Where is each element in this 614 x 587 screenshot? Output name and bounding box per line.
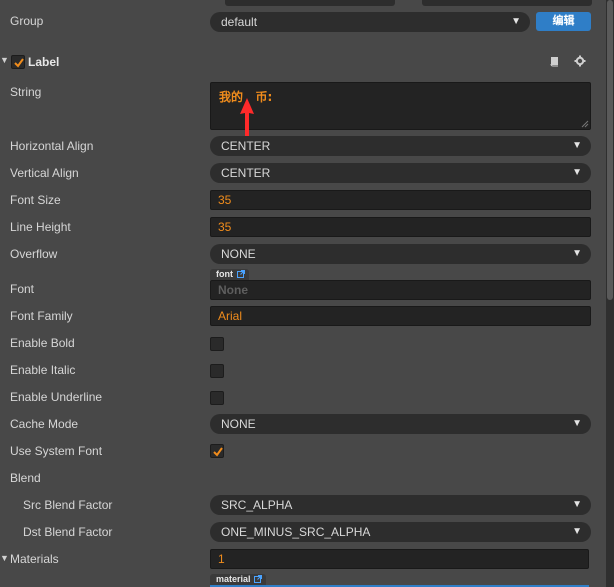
- v-align-label: Vertical Align: [10, 166, 79, 180]
- top-field-right[interactable]: [422, 0, 592, 6]
- dst-blend-select[interactable]: ONE_MINUS_SRC_ALPHA ▼: [210, 522, 591, 542]
- font-asset-field[interactable]: None: [210, 280, 591, 300]
- materials-label: Materials: [10, 552, 59, 566]
- string-textarea[interactable]: 我的 币:: [210, 82, 591, 130]
- edit-group-button[interactable]: 编辑: [536, 12, 591, 31]
- enable-italic-label: Enable Italic: [10, 363, 76, 377]
- enable-bold-checkbox[interactable]: [210, 337, 224, 351]
- cache-mode-value: NONE: [221, 417, 256, 431]
- font-tag-text: font: [216, 269, 233, 279]
- chevron-down-icon: ▼: [572, 140, 582, 151]
- system-font-checkbox[interactable]: [210, 444, 224, 458]
- h-align-value: CENTER: [221, 139, 271, 153]
- dst-blend-value: ONE_MINUS_SRC_ALPHA: [221, 525, 371, 539]
- group-select[interactable]: default ▼: [210, 12, 530, 32]
- enable-underline-checkbox[interactable]: [210, 391, 224, 405]
- materials-count-input[interactable]: 1: [210, 549, 589, 569]
- font-asset-tag[interactable]: font: [210, 269, 249, 280]
- font-label: Font: [10, 282, 35, 296]
- string-label: String: [10, 85, 42, 99]
- src-blend-select[interactable]: SRC_ALPHA ▼: [210, 495, 591, 515]
- group-value: default: [221, 15, 258, 29]
- font-family-input[interactable]: Arial: [210, 306, 591, 326]
- checkmark-icon: [14, 58, 24, 68]
- v-align-value: CENTER: [221, 166, 271, 180]
- system-font-label: Use System Font: [10, 444, 103, 458]
- v-align-select[interactable]: CENTER ▼: [210, 163, 591, 183]
- overflow-value: NONE: [221, 247, 256, 261]
- scrollbar-thumb[interactable]: [607, 0, 613, 300]
- external-link-icon: [236, 270, 245, 278]
- checkmark-icon: [213, 447, 223, 457]
- top-field-left[interactable]: [225, 0, 395, 6]
- enable-underline-label: Enable Underline: [10, 390, 103, 404]
- enable-bold-label: Enable Bold: [10, 336, 75, 350]
- src-blend-label: Src Blend Factor: [23, 498, 113, 512]
- material-asset-tag[interactable]: material: [210, 574, 267, 585]
- overflow-label: Overflow: [10, 247, 58, 261]
- src-blend-value: SRC_ALPHA: [221, 498, 293, 512]
- chevron-down-icon: ▼: [572, 526, 582, 537]
- chevron-down-icon: ▼: [572, 499, 582, 510]
- group-label: Group: [10, 14, 44, 28]
- materials-collapse-arrow-icon[interactable]: ▼: [0, 553, 9, 563]
- chevron-down-icon: ▼: [572, 418, 582, 429]
- chevron-down-icon: ▼: [572, 167, 582, 178]
- collapse-arrow-icon[interactable]: ▼: [0, 55, 9, 65]
- cache-mode-select[interactable]: NONE ▼: [210, 414, 591, 434]
- book-icon[interactable]: [549, 56, 560, 70]
- font-size-input[interactable]: 35: [210, 190, 591, 210]
- line-height-input[interactable]: 35: [210, 217, 591, 237]
- font-family-label: Font Family: [10, 309, 73, 323]
- chevron-down-icon: ▼: [572, 248, 582, 259]
- font-size-label: Font Size: [10, 193, 61, 207]
- gear-icon[interactable]: [574, 55, 586, 70]
- dst-blend-label: Dst Blend Factor: [23, 525, 113, 539]
- external-link-icon: [254, 575, 263, 583]
- scrollbar-track[interactable]: [606, 0, 614, 587]
- line-height-label: Line Height: [10, 220, 71, 234]
- component-enabled-checkbox[interactable]: [11, 55, 25, 69]
- chevron-down-icon: ▼: [511, 16, 521, 27]
- enable-italic-checkbox[interactable]: [210, 364, 224, 378]
- blend-label: Blend: [10, 471, 41, 485]
- cache-mode-label: Cache Mode: [10, 417, 79, 431]
- h-align-select[interactable]: CENTER ▼: [210, 136, 591, 156]
- component-title: Label: [28, 55, 60, 69]
- overflow-select[interactable]: NONE ▼: [210, 244, 591, 264]
- h-align-label: Horizontal Align: [10, 139, 94, 153]
- material-tag-text: material: [216, 574, 251, 584]
- resize-handle-icon[interactable]: [581, 120, 589, 128]
